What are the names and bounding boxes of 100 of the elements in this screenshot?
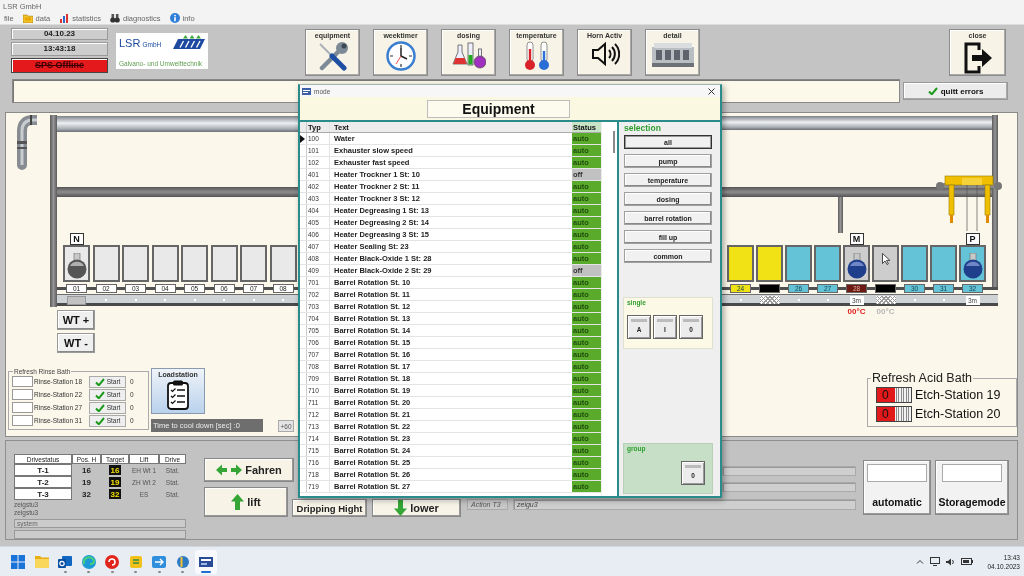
- rail-marker: [282, 299, 284, 301]
- speaker-icon[interactable]: [946, 557, 956, 566]
- check-icon: [94, 403, 105, 412]
- folder-icon: [22, 13, 33, 23]
- date-display: 04.10.23: [11, 28, 108, 40]
- app-tile-icon: [58, 555, 72, 568]
- panel-title: Refresh Acid Bath: [871, 371, 974, 385]
- indicator-field: [867, 464, 927, 482]
- binoculars-icon: [109, 13, 120, 23]
- table-cell: 19: [109, 477, 121, 487]
- section-title: selection: [624, 123, 662, 133]
- check-icon: [94, 416, 105, 425]
- probe-icon: [66, 253, 87, 279]
- exit-icon: [962, 41, 993, 75]
- scrollbar-track[interactable]: [601, 122, 617, 496]
- table-cell-text: 32: [81, 488, 92, 500]
- speaker-icon: [589, 41, 620, 67]
- start-menu-icon: [11, 554, 25, 569]
- toggle-switch[interactable]: 0: [876, 405, 912, 422]
- dialog-heading: Equipment: [427, 99, 570, 118]
- rail-marker: [942, 299, 945, 301]
- check-icon: [94, 377, 105, 386]
- rail-marker: [134, 299, 137, 301]
- circle-arrow-icon: [105, 554, 119, 569]
- input-field[interactable]: [12, 415, 33, 426]
- up-arrow-icon: [231, 494, 245, 510]
- hatched-marker: [875, 296, 896, 304]
- mode-button[interactable]: Storagemode: [935, 460, 1009, 515]
- table-cell: T-1: [14, 464, 72, 476]
- close-icon[interactable]: [708, 87, 715, 95]
- tank: [151, 245, 179, 282]
- scrollbar-thumb[interactable]: [613, 131, 615, 153]
- table-cell: 32: [109, 489, 121, 499]
- rail-marker: [797, 299, 800, 301]
- plc-status: SPS Offline: [11, 58, 108, 73]
- drive-button[interactable]: lower: [372, 499, 461, 517]
- clock-icon: [385, 41, 416, 71]
- drive-button[interactable]: Dripping Hight: [292, 499, 367, 517]
- tank: [240, 245, 267, 282]
- row-pointer-icon: [300, 134, 305, 143]
- temperature-reading: 00°C: [876, 307, 895, 316]
- tank-marker: P: [965, 233, 980, 245]
- probe-icon: [846, 253, 867, 279]
- flasks-icon: [451, 41, 486, 69]
- rail-marker: [739, 299, 742, 301]
- folder-icon: [34, 555, 49, 568]
- taskbar-button[interactable]: [195, 549, 217, 574]
- tank-marker: M: [849, 233, 864, 245]
- tank: [92, 245, 120, 282]
- rail-marker: [164, 299, 166, 301]
- rail-marker: [826, 299, 829, 301]
- rail-marker: [105, 299, 107, 301]
- tank: [210, 245, 238, 282]
- temperature-reading: 00°C: [847, 307, 866, 316]
- caret-icon[interactable]: [916, 559, 925, 564]
- battery-icon[interactable]: [961, 558, 974, 565]
- window-icon: [199, 556, 213, 567]
- mouse-pointer-icon: [882, 253, 890, 265]
- wt-button[interactable]: WT +: [57, 310, 95, 330]
- input-field[interactable]: [12, 376, 33, 387]
- check-icon: [94, 390, 105, 399]
- frame-post: [838, 197, 843, 233]
- drive-button[interactable]: Fahren: [204, 458, 294, 482]
- rail-marker: [252, 299, 255, 301]
- rail-marker: [223, 299, 225, 301]
- probe-icon: [962, 253, 983, 279]
- station-label: Etch-Station 20: [915, 406, 1001, 421]
- drive-button[interactable]: lift: [204, 487, 288, 517]
- bar-chart-icon: [59, 13, 70, 23]
- circle-icon: [176, 555, 189, 568]
- arrow-tile-icon: [152, 555, 166, 568]
- clipboard-icon: [167, 380, 189, 410]
- check-icon: [927, 87, 938, 95]
- down-arrow-icon: [394, 500, 408, 516]
- tank: [122, 245, 149, 282]
- hatched-marker: [759, 296, 780, 304]
- quitt-errors-button[interactable]: quitt errors: [903, 82, 1008, 100]
- rail-marker: [913, 299, 916, 301]
- row-header[interactable]: [300, 133, 307, 144]
- toggle-switch[interactable]: 0: [876, 386, 912, 403]
- table-cell-text: 16: [81, 464, 92, 476]
- input-field[interactable]: [12, 389, 33, 400]
- double-arrow-icon: [216, 464, 243, 476]
- machine-icon: [650, 41, 695, 69]
- carrier-block: [67, 295, 86, 305]
- table-cell: T-2: [14, 476, 72, 488]
- monitor-icon[interactable]: [930, 557, 941, 566]
- station-label: Etch-Station 19: [915, 387, 1001, 402]
- time-display: 13:43:18: [11, 42, 108, 56]
- table-cell-text: 19: [81, 476, 92, 488]
- table-cell: T-3: [14, 488, 72, 500]
- rail-marker: [193, 299, 196, 301]
- input-field[interactable]: [12, 402, 33, 413]
- logo-name: LSR: [119, 37, 141, 49]
- wt-button[interactable]: WT -: [57, 333, 95, 353]
- tank-marker: N: [69, 233, 84, 245]
- table-cell: 16: [109, 465, 121, 475]
- tank: [181, 245, 208, 282]
- document-icon: [129, 555, 142, 568]
- mode-button[interactable]: automatic: [863, 460, 931, 515]
